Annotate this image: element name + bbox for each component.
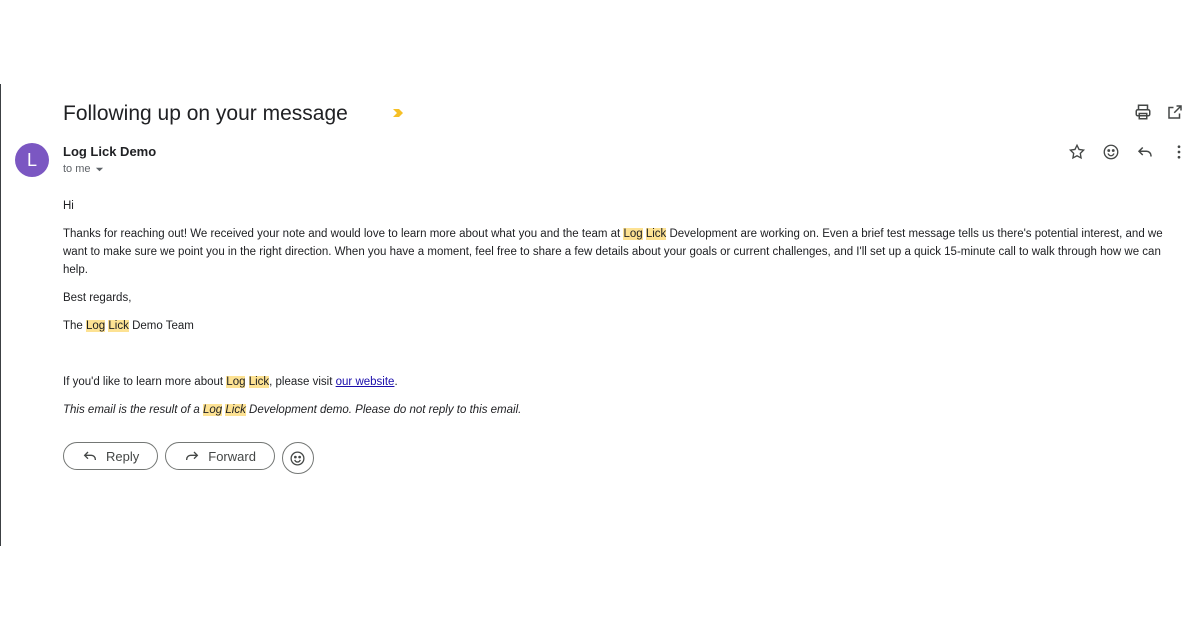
learn-more-line: If you'd like to learn more about Log Li… — [63, 376, 398, 388]
highlighted-term: Log — [202, 404, 223, 416]
importance-marker-icon[interactable] — [392, 106, 404, 124]
avatar-initial: L — [26, 149, 37, 170]
sender-name[interactable]: Log Lick Demo — [63, 144, 156, 159]
demo-notice: This email is the result of a Log Lick D… — [63, 404, 522, 416]
highlighted-term: Lick — [225, 404, 246, 416]
greeting: Hi — [63, 200, 74, 212]
highlighted-term: Lick — [645, 228, 667, 240]
subject-row: Following up on your message — [63, 100, 348, 128]
thread-actions — [1132, 101, 1186, 123]
reply-icon[interactable] — [1134, 141, 1156, 163]
highlighted-term: Lick — [108, 320, 129, 332]
reply-button[interactable]: Reply — [63, 442, 159, 470]
left-divider — [0, 84, 1, 546]
reply-actions: Reply Forward — [63, 442, 314, 474]
signature: The Log Lick Demo Team — [63, 320, 194, 332]
highlighted-term: Lick — [248, 376, 270, 388]
sender-avatar[interactable]: L — [15, 143, 49, 177]
reply-button-label: Reply — [106, 448, 140, 464]
star-icon[interactable] — [1066, 141, 1088, 163]
print-icon[interactable] — [1132, 101, 1154, 123]
forward-icon — [186, 451, 199, 460]
highlighted-term: Log — [86, 320, 106, 332]
highlighted-term: Log — [623, 228, 643, 240]
closing: Best regards, — [63, 292, 132, 304]
highlighted-term: Log — [226, 376, 246, 388]
recipient-label: to me — [63, 163, 91, 175]
message-actions — [1066, 141, 1190, 163]
recipient-details[interactable]: to me — [63, 163, 104, 175]
email-body: Hi Thanks for reaching out! We received … — [63, 197, 1188, 419]
website-link[interactable]: our website — [336, 376, 395, 388]
open-in-new-window-icon[interactable] — [1164, 101, 1186, 123]
body-paragraph: Thanks for reaching out! We received you… — [63, 228, 1163, 276]
forward-button[interactable]: Forward — [165, 442, 275, 470]
more-options-icon[interactable] — [1168, 141, 1190, 163]
caret-down-icon — [95, 167, 103, 171]
forward-button-label: Forward — [208, 448, 256, 464]
emoji-reaction-icon[interactable] — [1100, 141, 1122, 163]
emoji-react-button[interactable] — [281, 442, 314, 474]
email-subject: Following up on your message — [63, 102, 348, 125]
reply-icon — [83, 451, 96, 460]
emoji-icon — [290, 450, 305, 466]
